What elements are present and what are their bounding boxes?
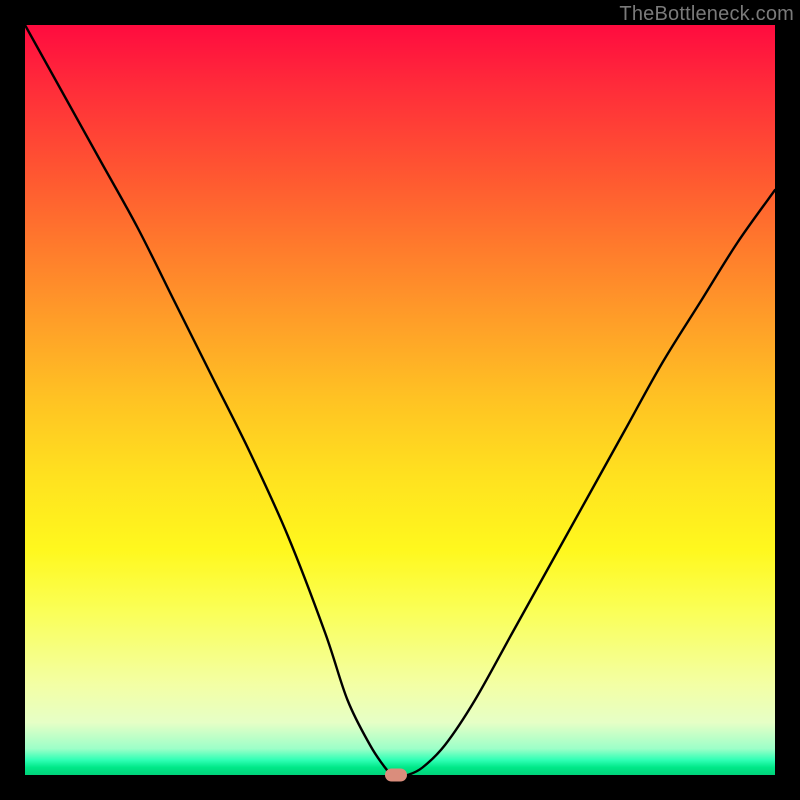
chart-frame: TheBottleneck.com [0,0,800,800]
bottleneck-curve [25,25,775,775]
watermark-text: TheBottleneck.com [619,3,794,26]
plot-area [25,25,775,775]
optimal-marker [385,769,407,782]
